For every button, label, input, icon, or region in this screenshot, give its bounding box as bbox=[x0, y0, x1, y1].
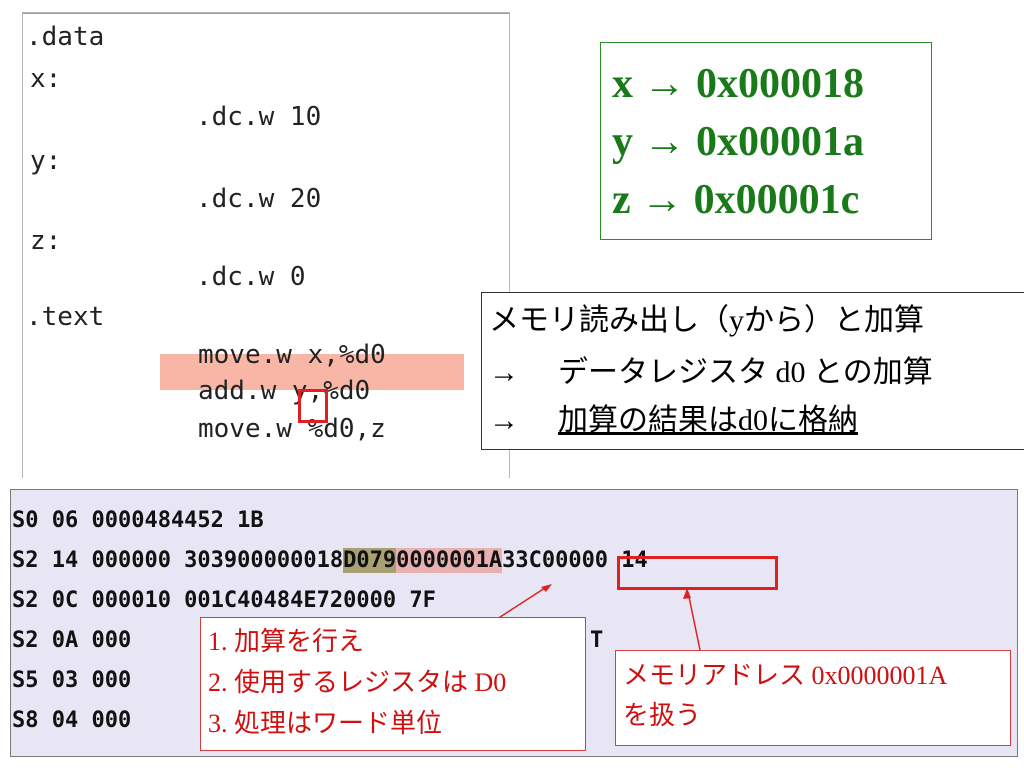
srec-line-s2-third: S2 0A 000 bbox=[12, 628, 132, 653]
explanation-arrow-3: → bbox=[489, 404, 519, 437]
panel-border bbox=[23, 13, 509, 14]
memory-address-segment: 0000001A bbox=[396, 548, 503, 573]
explanation-line-1: メモリ読み出し（yから）と加算 bbox=[489, 304, 924, 337]
srec-line-s2-second: S2 0C 000010 001C40484E720000 7F bbox=[12, 588, 436, 613]
y-operand-red-box bbox=[298, 389, 328, 423]
opcode-segment: D079 bbox=[343, 548, 397, 573]
code-line-move-z: move.w %d0,z bbox=[198, 414, 386, 444]
instruction-3: 3. 処理はワード単位 bbox=[208, 709, 443, 738]
code-line-dcw-10: .dc.w 10 bbox=[196, 102, 322, 132]
instruction-1: 1. 加算を行え bbox=[208, 627, 365, 656]
srec-line-s8: S8 04 000 bbox=[12, 708, 132, 733]
code-line-dcw-20: .dc.w 20 bbox=[196, 184, 322, 214]
explanation-line-2: データレジスタ d0 との加算 bbox=[558, 356, 933, 389]
srec-line-s2-third-tail: T bbox=[590, 628, 604, 653]
assembly-code-panel bbox=[22, 12, 510, 478]
srec-line-s2-first: S2 14 000000 303900000018D0790000001A33C… bbox=[12, 546, 648, 576]
memory-callout-line-2: を扱う bbox=[623, 701, 702, 730]
memory-callout-line-1: メモリアドレス 0x0000001A bbox=[623, 661, 948, 690]
address-y: y → 0x00001a bbox=[612, 119, 864, 165]
srec-line-s0: S0 06 0000484452 1B bbox=[12, 508, 264, 533]
code-line-move-x: move.w x,%d0 bbox=[198, 340, 386, 370]
code-line-data: .data bbox=[26, 22, 105, 52]
code-line-text: .text bbox=[26, 302, 105, 332]
instruction-2: 2. 使用するレジスタは D0 bbox=[208, 668, 507, 697]
explanation-arrow-2: → bbox=[489, 356, 519, 389]
code-line-z-label: z: bbox=[30, 226, 62, 256]
srec-line-s5: S5 03 000 bbox=[12, 668, 132, 693]
memory-address-red-box bbox=[617, 556, 778, 590]
code-line-x-label: x: bbox=[30, 64, 62, 94]
explanation-line-3: 加算の結果はd0に格納 bbox=[558, 404, 858, 437]
code-line-add-y: add.w y,%d0 bbox=[198, 376, 371, 406]
code-line-dcw-0: .dc.w 0 bbox=[196, 262, 306, 292]
address-x: x → 0x000018 bbox=[612, 61, 864, 107]
address-z: z → 0x00001c bbox=[612, 177, 860, 223]
code-line-y-label: y: bbox=[30, 146, 62, 176]
srec-line-s2-first-head: S2 14 000000 303900000018 bbox=[12, 548, 344, 573]
